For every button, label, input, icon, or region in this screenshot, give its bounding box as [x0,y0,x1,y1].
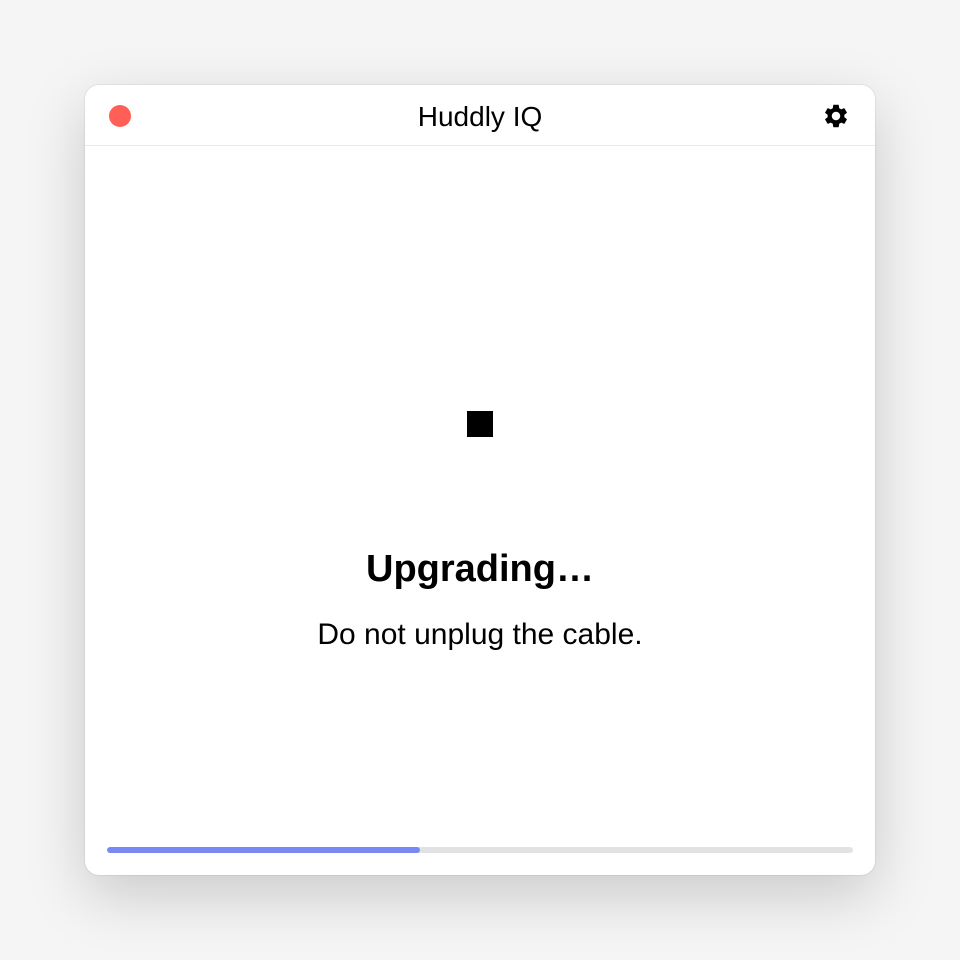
progress-fill [107,847,420,853]
spinner-icon [467,411,493,437]
progress-bar [107,847,853,853]
window-title: Huddly IQ [85,101,875,133]
settings-button[interactable] [821,101,851,131]
titlebar: Huddly IQ [85,85,875,146]
content-area: Upgrading… Do not unplug the cable. [85,146,875,875]
status-subtitle: Do not unplug the cable. [317,618,642,652]
status-title: Upgrading… [366,548,594,591]
app-window: Huddly IQ Upgrading… Do not unplug the c… [85,85,875,875]
gear-icon [822,102,850,130]
close-button[interactable] [109,105,131,127]
